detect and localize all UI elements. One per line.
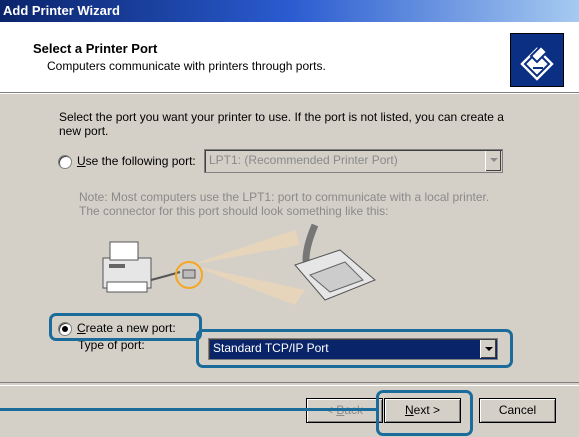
create-port-highlight bbox=[49, 313, 202, 341]
window-title: Add Printer Wizard bbox=[3, 3, 120, 18]
chevron-down-icon[interactable] bbox=[485, 151, 501, 171]
cancel-button[interactable]: Cancel bbox=[479, 398, 556, 423]
port-note: Note: Most computers use the LPT1: port … bbox=[79, 190, 490, 218]
printer-icon bbox=[510, 33, 564, 87]
use-following-port-label[interactable]: Use the following port: bbox=[77, 154, 196, 168]
printer-icon bbox=[102, 241, 152, 293]
use-following-port-radio[interactable] bbox=[58, 155, 72, 169]
page-subtitle: Computers communicate with printers thro… bbox=[47, 59, 326, 73]
existing-port-value: LPT1: (Recommended Printer Port) bbox=[209, 153, 398, 167]
callout-pointer-line bbox=[0, 408, 379, 411]
port-type-highlight bbox=[196, 329, 513, 368]
lpt-connector-illustration bbox=[85, 220, 385, 315]
page-title: Select a Printer Port bbox=[33, 41, 158, 56]
existing-port-select[interactable]: LPT1: (Recommended Printer Port) bbox=[204, 149, 503, 173]
header-divider bbox=[0, 93, 579, 94]
footer-divider bbox=[0, 382, 579, 386]
title-bar: Add Printer Wizard bbox=[0, 0, 579, 22]
wizard-header: Select a Printer Port Computers communic… bbox=[0, 22, 579, 93]
intro-text: Select the port you want your printer to… bbox=[59, 110, 504, 138]
next-button-highlight bbox=[376, 390, 473, 436]
